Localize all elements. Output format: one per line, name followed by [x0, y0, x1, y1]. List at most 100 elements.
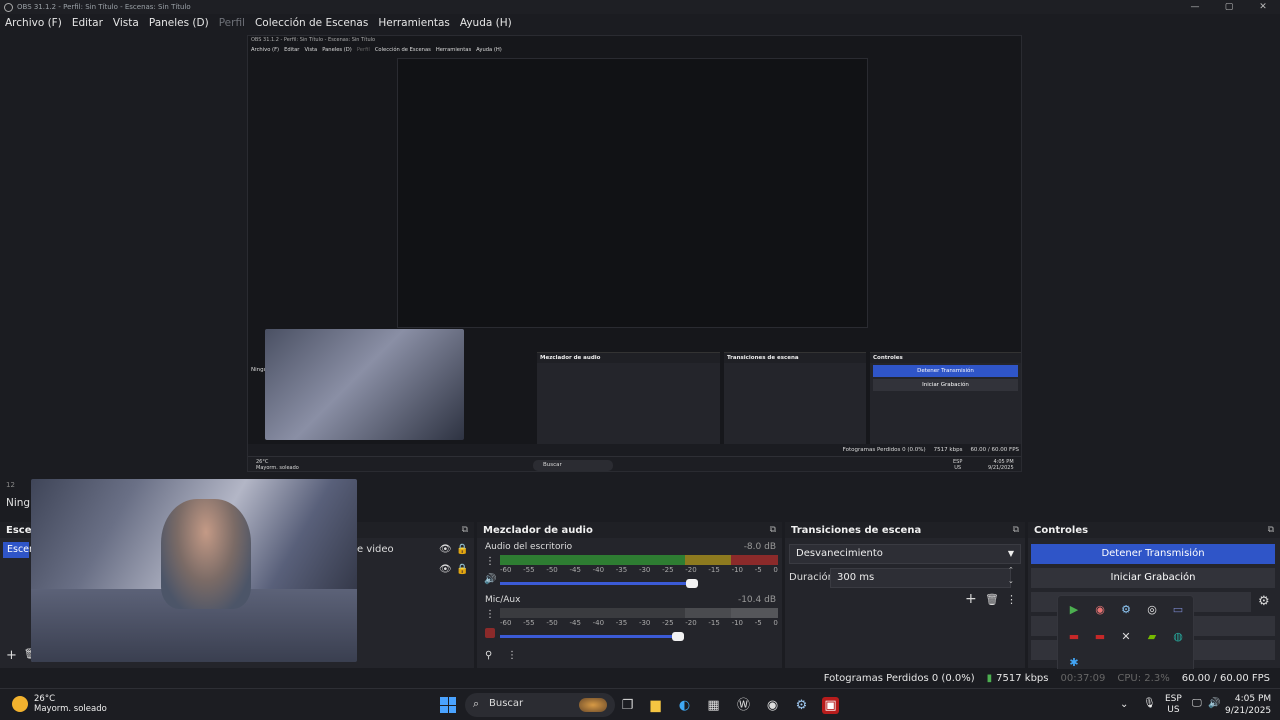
link-icon[interactable]: ⚲ — [485, 650, 492, 661]
undock-icon[interactable]: ⧉ — [462, 525, 468, 535]
scale-tick: -20 — [685, 566, 697, 574]
nested-menu-item: Archivo (F) — [251, 47, 280, 53]
tray-chevron-icon[interactable]: ⌄ — [1120, 699, 1128, 710]
wacom-icon[interactable]: Ⓦ — [735, 697, 752, 714]
red-app-taskbar-icon[interactable]: ▣ — [822, 697, 839, 714]
taskbar: 26°C Mayorm. soleado ⌕ Buscar ❐ ▆ ◐ ▦ Ⓦ … — [0, 688, 1280, 720]
menu-editar[interactable]: Editar — [72, 17, 103, 29]
nested-menu-item: Ayuda (H) — [476, 47, 502, 53]
nested-menu-item: Paneles (D) — [322, 47, 352, 53]
dropped-frames: Fotogramas Perdidos 0 (0.0%) — [823, 672, 975, 684]
track-db-mic: -10.4 dB — [737, 595, 776, 605]
duration-label: Duración — [789, 572, 835, 583]
pen-icon[interactable]: ✕ — [1119, 630, 1133, 644]
level-meter-desktop — [500, 555, 778, 565]
red-app-icon-2[interactable]: ▬ — [1093, 630, 1107, 644]
weather-desc: Mayorm. soleado — [34, 704, 107, 714]
windows-start-icon[interactable] — [440, 697, 456, 713]
edge-icon[interactable]: ◐ — [676, 697, 693, 714]
lock-icon[interactable]: 🔒 — [456, 564, 468, 575]
level-meter-mic — [500, 608, 778, 618]
bluetooth-icon[interactable]: ✱ — [1067, 656, 1081, 670]
nested-weather-desc: Mayorm. soleado — [256, 465, 299, 471]
task-view-icon[interactable]: ❐ — [619, 697, 636, 714]
scale-tick: -50 — [546, 566, 558, 574]
source-item-label[interactable]: e video — [357, 544, 394, 555]
system-clock[interactable]: 4:05 PM 9/21/2025 — [1225, 693, 1271, 717]
red-app-icon[interactable]: ▬ — [1067, 630, 1081, 644]
stepper-up-icon[interactable]: ⌃ — [1008, 566, 1014, 574]
nested-camera-feed — [265, 329, 464, 440]
mixer-menu-icon[interactable]: ⋮ — [507, 650, 517, 661]
play-icon[interactable]: ▶ — [1067, 603, 1081, 617]
microphone-icon[interactable]: 🎙 — [1143, 698, 1156, 709]
minimize-button[interactable]: — — [1178, 0, 1212, 14]
visibility-eye-icon[interactable]: 👁 — [439, 564, 452, 575]
close-button[interactable]: ✕ — [1246, 0, 1280, 14]
nested-search: Buscar — [533, 460, 613, 471]
network-icon[interactable]: 🖵 — [1192, 698, 1202, 709]
volume-knob[interactable] — [686, 579, 698, 588]
transition-menu-icon[interactable]: ⋮ — [1006, 593, 1017, 606]
weather-temp: 26°C — [34, 694, 56, 704]
undock-icon[interactable]: ⧉ — [770, 525, 776, 535]
window-title: OBS 31.1.2 - Perfil: Sin Título - Escena… — [17, 3, 191, 11]
menu-perfil[interactable]: Perfil — [219, 17, 245, 29]
scene-list-item[interactable]: Escen — [3, 542, 35, 558]
undock-icon[interactable]: ⧉ — [1268, 525, 1274, 535]
visibility-eye-icon[interactable]: 👁 — [439, 544, 452, 555]
menu-archivo[interactable]: Archivo (F) — [5, 17, 62, 29]
add-transition-button[interactable]: + — [965, 591, 977, 607]
menu-herramientas[interactable]: Herramientas — [378, 17, 450, 29]
lock-icon[interactable]: 🔒 — [456, 544, 468, 555]
menu-coleccion-escenas[interactable]: Colección de Escenas — [255, 17, 368, 29]
start-recording-button[interactable]: Iniciar Grabación — [1031, 568, 1275, 588]
obs-tray-icon[interactable]: ◉ — [1093, 603, 1107, 617]
preview-canvas[interactable]: OBS 31.1.2 - Perfil: Sin Título - Escena… — [0, 32, 1280, 478]
obs-taskbar-icon[interactable]: ◉ — [764, 697, 781, 714]
meter-scale: -60 -55 -50 -45 -40 -35 -30 -25 -20 -15 … — [500, 619, 778, 627]
scale-tick: -25 — [662, 566, 674, 574]
scale-tick: -30 — [638, 619, 651, 627]
volume-knob[interactable] — [672, 632, 684, 641]
tray-overflow-popup: ▶ ◉ ⚙ ◎ ▭ ▬ ▬ ✕ ▰ ◍ ✱ — [1057, 595, 1194, 675]
scale-tick: 0 — [773, 619, 778, 627]
ubisoft-icon[interactable]: ◎ — [1145, 603, 1159, 617]
undock-icon[interactable]: ⧉ — [1013, 525, 1019, 535]
store-icon[interactable]: ▦ — [705, 697, 722, 714]
steam-icon[interactable]: ⚙ — [1119, 603, 1133, 617]
monitor-icon[interactable]: ▭ — [1171, 603, 1185, 617]
transition-select[interactable]: Desvanecimiento ▼ — [789, 544, 1021, 564]
volume-slider-desktop[interactable] — [500, 579, 698, 588]
scale-tick: -40 — [592, 619, 605, 627]
file-explorer-icon[interactable]: ▆ — [647, 697, 664, 714]
speaker-icon[interactable]: 🔊 — [484, 574, 496, 585]
menu-ayuda[interactable]: Ayuda (H) — [460, 17, 512, 29]
volume-icon[interactable]: 🔊 — [1208, 698, 1220, 709]
input-region[interactable]: US — [1165, 705, 1182, 716]
stepper-down-icon[interactable]: ⌄ — [1008, 577, 1014, 585]
nested-inner-capture — [397, 58, 868, 328]
track-menu-icon[interactable]: ⋮ — [485, 609, 495, 620]
add-scene-button[interactable]: + — [6, 648, 17, 663]
trash-icon[interactable]: 🗑 — [985, 593, 999, 606]
menu-vista[interactable]: Vista — [113, 17, 139, 29]
search-highlight-icon — [579, 698, 607, 712]
input-language[interactable]: ESP — [1165, 694, 1182, 705]
nested-controls: Controles Detener Transmisión Iniciar Gr… — [870, 352, 1021, 444]
steam-taskbar-icon[interactable]: ⚙ — [793, 697, 810, 714]
globe-icon[interactable]: ◍ — [1171, 630, 1185, 644]
menu-paneles[interactable]: Paneles (D) — [149, 17, 209, 29]
weather-widget[interactable]: 26°C Mayorm. soleado — [12, 694, 107, 714]
duration-input[interactable]: 300 ms — [830, 568, 1011, 588]
maximize-button[interactable]: ▢ — [1212, 0, 1246, 14]
stop-streaming-button[interactable]: Detener Transmisión — [1031, 544, 1275, 564]
gear-icon[interactable]: ⚙ — [1258, 594, 1270, 609]
mute-icon[interactable] — [485, 628, 495, 638]
scale-tick: -25 — [662, 619, 674, 627]
nvidia-icon[interactable]: ▰ — [1145, 630, 1159, 644]
track-menu-icon[interactable]: ⋮ — [485, 556, 495, 567]
volume-slider-mic[interactable] — [500, 632, 684, 641]
taskbar-search[interactable]: ⌕ Buscar — [465, 693, 615, 717]
meter-scale: -60 -55 -50 -45 -40 -35 -30 -25 -20 -15 … — [500, 566, 778, 574]
